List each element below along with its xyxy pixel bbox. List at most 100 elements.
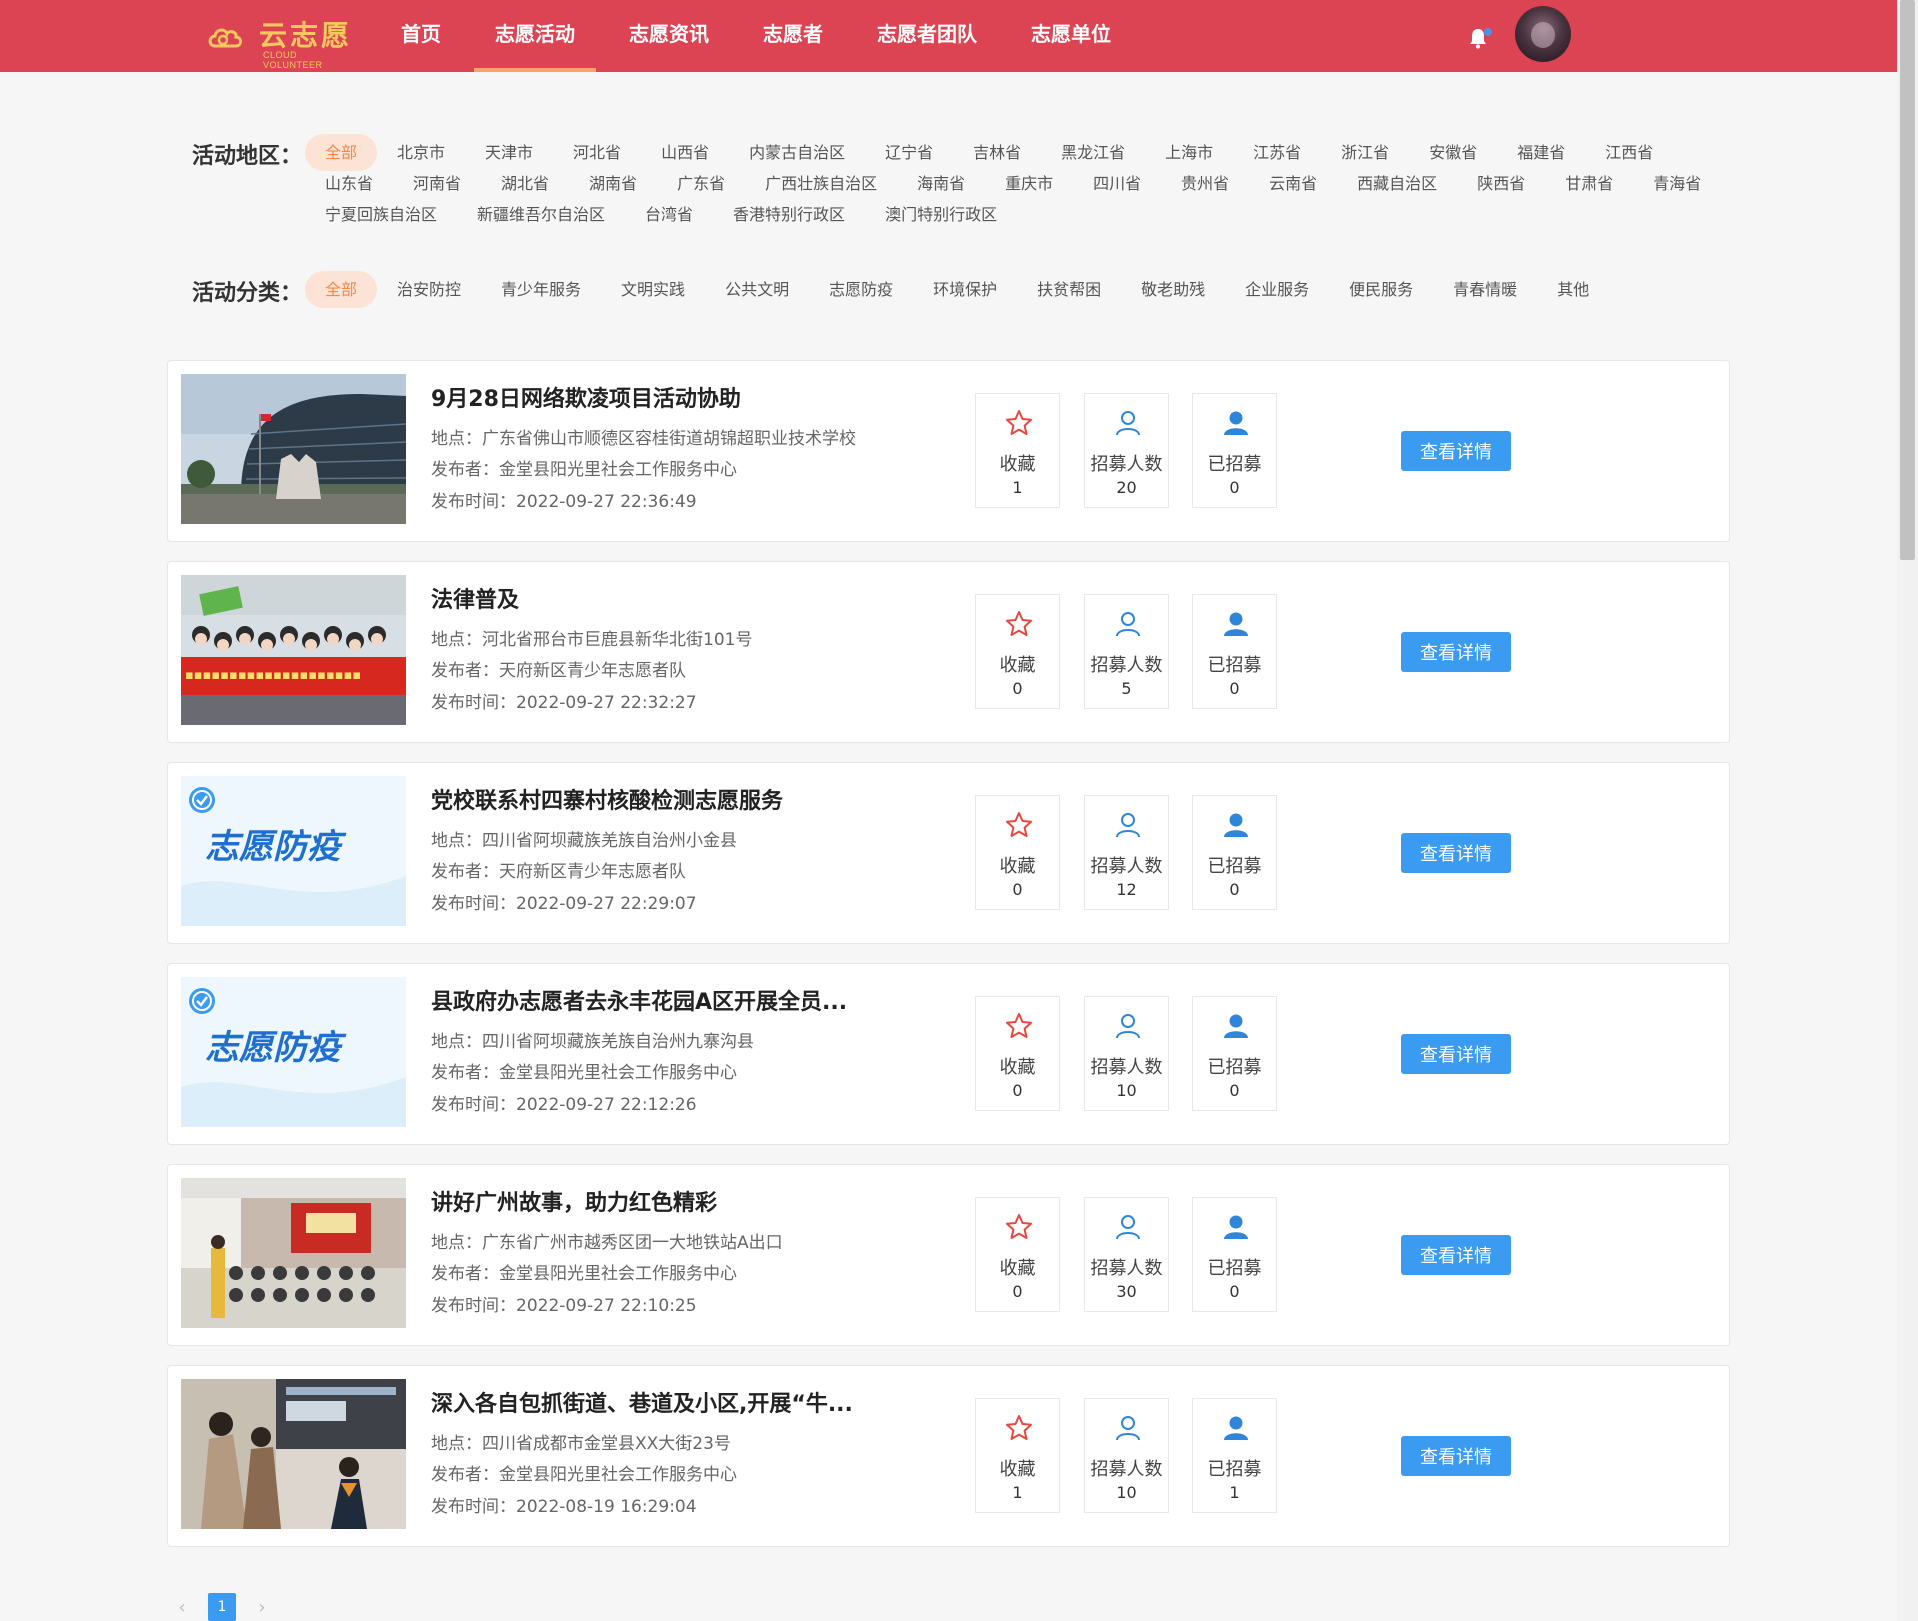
nav-news[interactable]: 志愿资讯 xyxy=(608,0,730,72)
activity-card[interactable]: 志愿防疫 县政府办志愿者去永丰花园A区开展全员... 地点：四川省阿坝藏族羌族自… xyxy=(167,963,1730,1145)
page-number-current[interactable]: 1 xyxy=(208,1593,236,1621)
view-details-button[interactable]: 查看详情 xyxy=(1401,1034,1511,1074)
star-icon[interactable] xyxy=(1004,408,1034,438)
user-filled-icon xyxy=(1224,612,1248,636)
nav-activities[interactable]: 志愿活动 xyxy=(474,0,596,72)
region-tag[interactable]: 西藏自治区 xyxy=(1337,165,1457,202)
favorite-stat[interactable]: 收藏 0 xyxy=(975,996,1060,1111)
category-tag[interactable]: 公共文明 xyxy=(705,271,809,308)
activity-card[interactable]: 讲好广州故事，助力红色精彩 地点：广东省广州市越秀区团一大地铁站A出口 发布者：… xyxy=(167,1164,1730,1346)
activity-card[interactable]: 9月28日网络欺凌项目活动协助 地点：广东省佛山市顺德区容桂街道胡锦超职业技术学… xyxy=(167,360,1730,542)
category-tag[interactable]: 便民服务 xyxy=(1329,271,1433,308)
nav-teams[interactable]: 志愿者团队 xyxy=(856,0,998,72)
nav-organizations[interactable]: 志愿单位 xyxy=(1010,0,1132,72)
recruit-total-count: 5 xyxy=(1121,679,1132,698)
activity-title[interactable]: 县政府办志愿者去永丰花园A区开展全员... xyxy=(431,984,871,1016)
logo[interactable]: 云志愿 CLOUD VOLUNTEER xyxy=(207,14,357,70)
next-page-button[interactable]: › xyxy=(250,1597,274,1618)
recruited-stat: 已招募 0 xyxy=(1192,1197,1277,1312)
favorite-stat[interactable]: 收藏 0 xyxy=(975,795,1060,910)
activity-image[interactable] xyxy=(181,1379,406,1529)
activity-publisher: 发布者：金堂县阳光里社会工作服务中心 xyxy=(431,1063,737,1083)
star-icon[interactable] xyxy=(1004,1011,1034,1041)
activity-image[interactable]: 志愿防疫 xyxy=(181,776,406,926)
view-details-button[interactable]: 查看详情 xyxy=(1401,833,1511,873)
region-tag[interactable]: 甘肃省 xyxy=(1545,165,1633,202)
category-tag[interactable]: 青少年服务 xyxy=(481,271,601,308)
view-details-button[interactable]: 查看详情 xyxy=(1401,1235,1511,1275)
category-tag[interactable]: 全部 xyxy=(305,271,378,308)
view-details-button[interactable]: 查看详情 xyxy=(1401,431,1511,471)
favorite-count: 0 xyxy=(1012,1081,1023,1100)
view-details-button[interactable]: 查看详情 xyxy=(1401,1436,1511,1476)
recruit-total-label: 招募人数 xyxy=(1090,1459,1163,1480)
activity-image[interactable]: ▪▪▪▪▪▪▪▪▪▪▪▪▪▪▪▪▪▪▪▪ xyxy=(181,575,406,725)
favorite-count: 0 xyxy=(1012,679,1023,698)
category-tag[interactable]: 文明实践 xyxy=(601,271,705,308)
prev-page-button[interactable]: ‹ xyxy=(170,1597,194,1618)
category-tag[interactable]: 扶贫帮困 xyxy=(1017,271,1121,308)
recruit-total-stat: 招募人数 12 xyxy=(1084,795,1169,910)
favorite-stat[interactable]: 收藏 1 xyxy=(975,393,1060,508)
region-tag[interactable]: 四川省 xyxy=(1073,165,1161,202)
activity-location: 地点：广东省广州市越秀区团一大地铁站A出口 xyxy=(431,1233,783,1253)
star-icon[interactable] xyxy=(1004,810,1034,840)
activity-title[interactable]: 讲好广州故事，助力红色精彩 xyxy=(431,1185,871,1217)
activity-time: 发布时间：2022-09-27 22:10:25 xyxy=(431,1296,697,1316)
region-tag[interactable]: 澳门特别行政区 xyxy=(865,196,1017,233)
nav-home[interactable]: 首页 xyxy=(380,0,462,72)
region-tag[interactable]: 台湾省 xyxy=(625,196,713,233)
favorite-count: 1 xyxy=(1012,478,1023,497)
category-tag[interactable]: 志愿防疫 xyxy=(809,271,913,308)
recruit-total-label: 招募人数 xyxy=(1090,1258,1163,1279)
region-tag[interactable]: 宁夏回族自治区 xyxy=(305,196,457,233)
favorite-stat[interactable]: 收藏 1 xyxy=(975,1398,1060,1513)
category-tag[interactable]: 企业服务 xyxy=(1225,271,1329,308)
category-tag[interactable]: 青春情暖 xyxy=(1433,271,1537,308)
favorite-stat[interactable]: 收藏 0 xyxy=(975,1197,1060,1312)
region-tag[interactable]: 陕西省 xyxy=(1457,165,1545,202)
recruit-total-label: 招募人数 xyxy=(1090,454,1163,475)
activity-title[interactable]: 法律普及 xyxy=(431,582,871,614)
recruit-total-stat: 招募人数 5 xyxy=(1084,594,1169,709)
recruit-total-count: 12 xyxy=(1116,880,1137,899)
recruited-count: 0 xyxy=(1229,1081,1240,1100)
category-tag[interactable]: 环境保护 xyxy=(913,271,1017,308)
favorite-stat[interactable]: 收藏 0 xyxy=(975,594,1060,709)
activity-card[interactable]: 深入各自包抓街道、巷道及小区,开展“牛... 地点：四川省成都市金堂县XX大街2… xyxy=(167,1365,1730,1547)
region-tag[interactable]: 贵州省 xyxy=(1161,165,1249,202)
recruited-count: 0 xyxy=(1229,679,1240,698)
region-tag[interactable]: 香港特别行政区 xyxy=(713,196,865,233)
recruit-total-label: 招募人数 xyxy=(1090,655,1163,676)
user-avatar[interactable] xyxy=(1515,6,1571,62)
recruited-label: 已招募 xyxy=(1207,1459,1262,1480)
recruited-label: 已招募 xyxy=(1207,454,1262,475)
activity-card[interactable]: ▪▪▪▪▪▪▪▪▪▪▪▪▪▪▪▪▪▪▪▪ 法律普及 地点：河北省邢台市巨鹿县新华… xyxy=(167,561,1730,743)
activity-card[interactable]: 志愿防疫 党校联系村四寨村核酸检测志愿服务 地点：四川省阿坝藏族羌族自治州小金县… xyxy=(167,762,1730,944)
activity-title[interactable]: 深入各自包抓街道、巷道及小区,开展“牛... xyxy=(431,1386,871,1418)
region-tag[interactable]: 新疆维吾尔自治区 xyxy=(457,196,625,233)
region-tag[interactable]: 青海省 xyxy=(1633,165,1721,202)
activity-image[interactable] xyxy=(181,1178,406,1328)
star-icon[interactable] xyxy=(1004,1413,1034,1443)
star-icon[interactable] xyxy=(1004,1212,1034,1242)
recruited-label: 已招募 xyxy=(1207,655,1262,676)
region-filter: 活动地区： 全部 北京市 天津市 河北省 山西省 内蒙古自治区 辽宁省 吉林省 黑龙江省 上海市江… xyxy=(192,134,1732,248)
activity-title[interactable]: 9月28日网络欺凌项目活动协助 xyxy=(431,381,871,413)
activity-title[interactable]: 党校联系村四寨村核酸检测志愿服务 xyxy=(431,783,871,815)
category-tag[interactable]: 治安防控 xyxy=(377,271,481,308)
recruit-total-stat: 招募人数 20 xyxy=(1084,393,1169,508)
page-scrollbar[interactable] xyxy=(1897,0,1918,1621)
scrollbar-thumb[interactable] xyxy=(1900,0,1915,560)
category-tag-list: 全部 治安防控 青少年服务 文明实践 公共文明 志愿防疫 环境保护 扶贫帮困 敬老助残 企业服务便… xyxy=(305,271,1735,308)
recruited-count: 0 xyxy=(1229,478,1240,497)
region-tag[interactable]: 云南省 xyxy=(1249,165,1337,202)
star-icon[interactable] xyxy=(1004,609,1034,639)
activity-image[interactable] xyxy=(181,374,406,524)
category-tag[interactable]: 敬老助残 xyxy=(1121,271,1225,308)
nav-volunteers[interactable]: 志愿者 xyxy=(742,0,844,72)
activity-image[interactable]: 志愿防疫 xyxy=(181,977,406,1127)
view-details-button[interactable]: 查看详情 xyxy=(1401,632,1511,672)
category-tag[interactable]: 其他 xyxy=(1537,271,1609,308)
notification-dot xyxy=(1484,28,1492,36)
